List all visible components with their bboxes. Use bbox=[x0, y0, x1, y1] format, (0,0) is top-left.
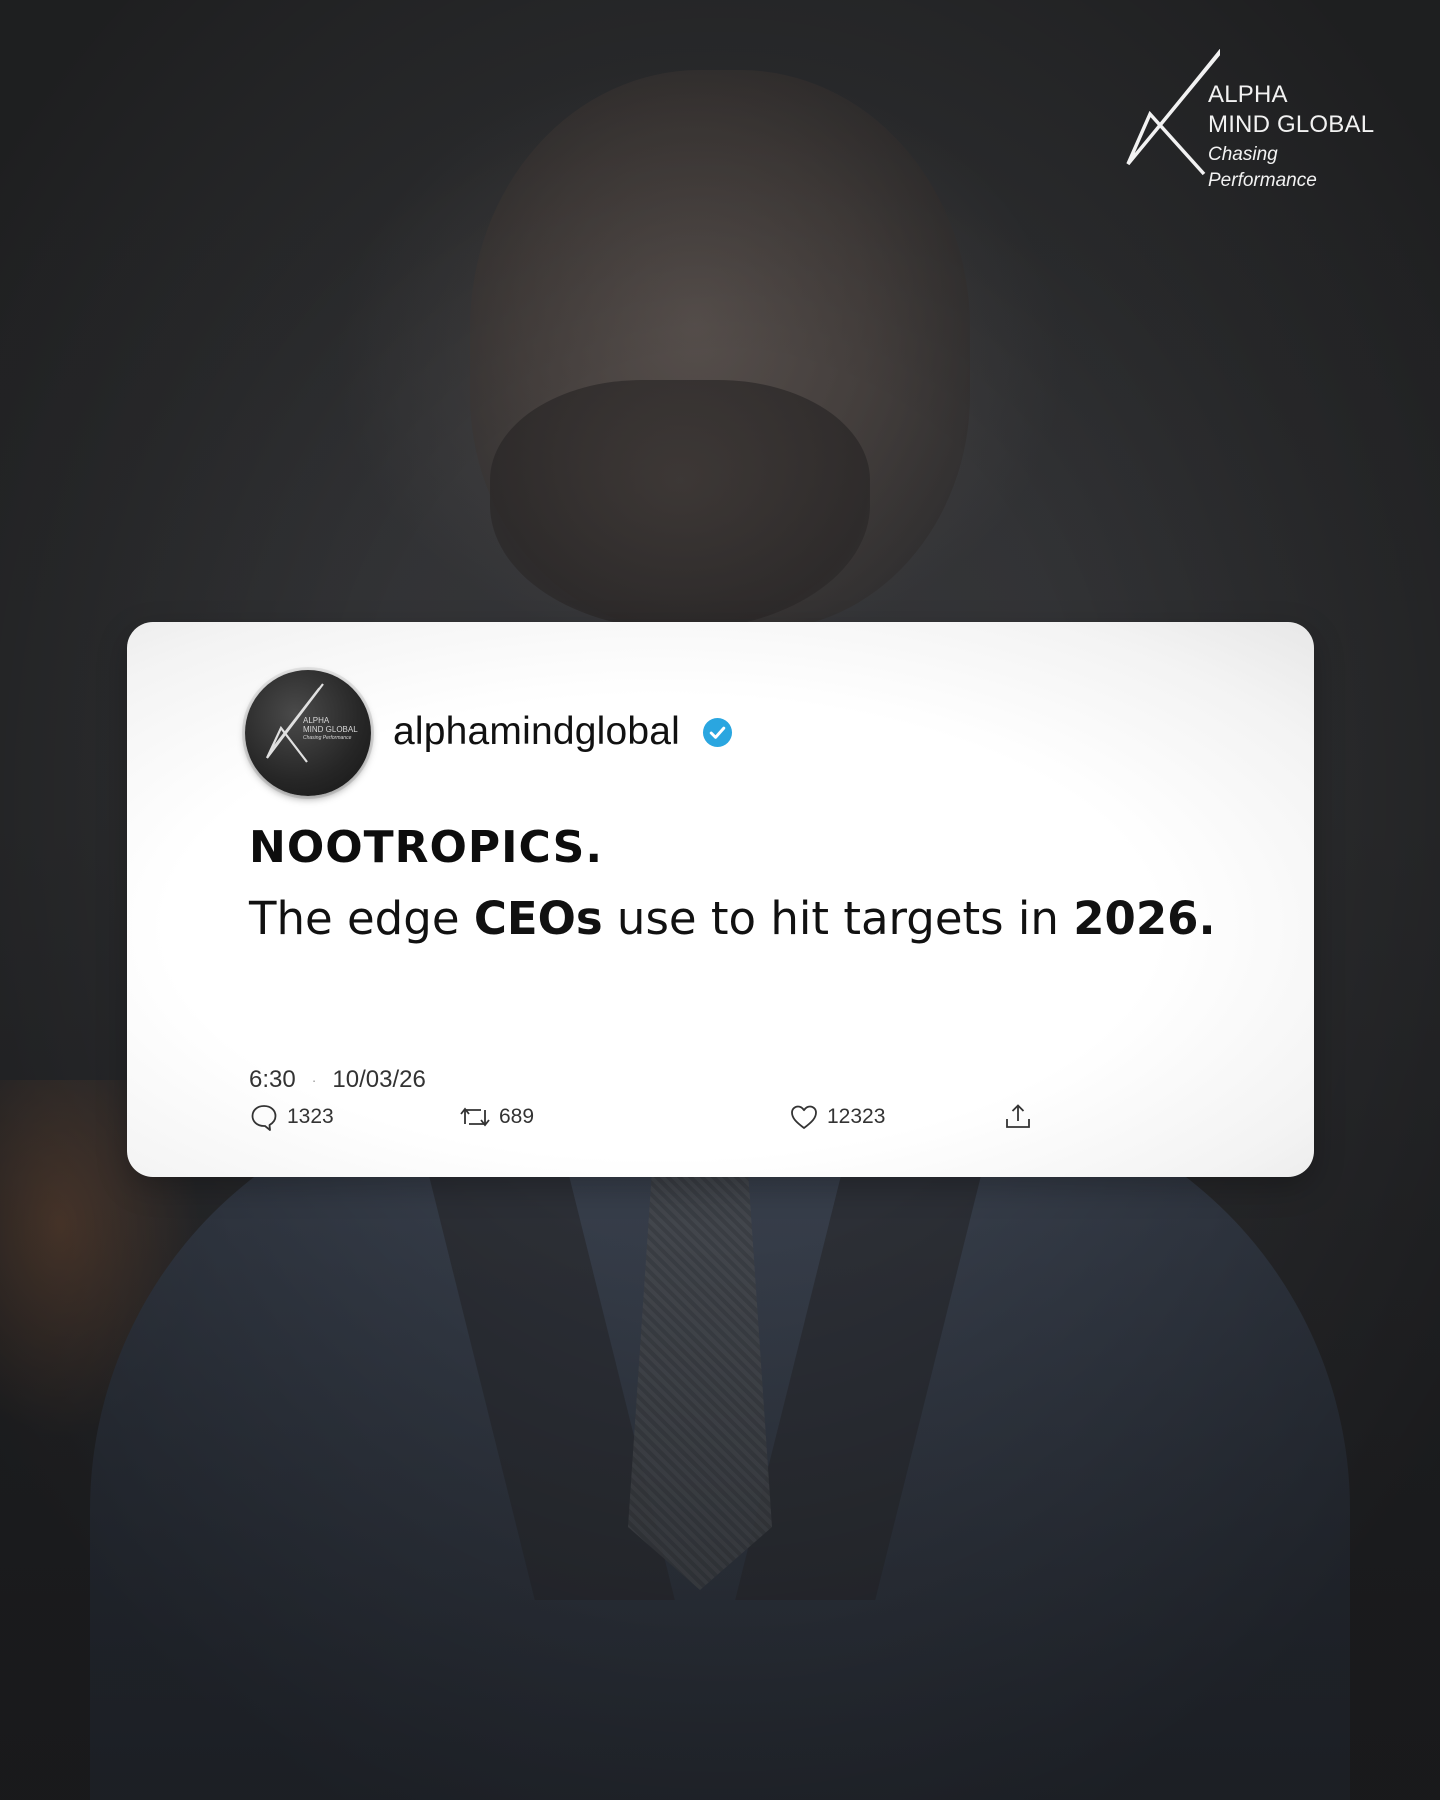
tweet-actions: 1323 689 12323 bbox=[249, 1102, 1030, 1138]
author-handle[interactable]: alphamindglobal bbox=[393, 710, 680, 754]
avatar-line-2: MIND GLOBAL bbox=[303, 725, 358, 734]
meta-separator: · bbox=[311, 1072, 317, 1088]
brand-line-2: MIND GLOBAL bbox=[1208, 111, 1375, 138]
brand-tagline: Chasing Performance bbox=[1208, 144, 1317, 191]
verified-check-icon bbox=[703, 717, 733, 747]
alpha-logo-icon bbox=[1126, 48, 1220, 176]
avatar-tagline: Chasing Performance bbox=[303, 735, 352, 741]
tweet-body: The edge CEOs use to hit targets in 2026… bbox=[249, 892, 1216, 945]
author-row: alphamindglobal bbox=[393, 710, 733, 754]
like-button[interactable]: 12323 bbox=[789, 1102, 885, 1132]
body-bold-1: CEOs bbox=[473, 892, 603, 945]
heart-icon bbox=[791, 1105, 817, 1129]
avatar-line-1: ALPHA bbox=[303, 716, 330, 725]
retweet-button[interactable]: 689 bbox=[459, 1102, 534, 1132]
body-bold-2: 2026. bbox=[1073, 892, 1216, 945]
reply-button[interactable]: 1323 bbox=[249, 1102, 334, 1132]
tweet-card: ALPHA MIND GLOBAL Chasing Performance al… bbox=[127, 622, 1314, 1177]
retweet-count: 689 bbox=[499, 1105, 535, 1128]
tweet-meta: 6:30 · 10/03/26 bbox=[249, 1066, 426, 1094]
tweet-headline: NOOTROPICS. bbox=[249, 822, 604, 873]
brand-logo: ALPHA MIND GLOBAL Chasing Performance bbox=[1120, 34, 1390, 191]
avatar[interactable]: ALPHA MIND GLOBAL Chasing Performance bbox=[245, 670, 371, 796]
tweet-date: 10/03/26 bbox=[332, 1066, 426, 1093]
reply-icon bbox=[251, 1105, 277, 1131]
share-button[interactable] bbox=[1003, 1102, 1041, 1132]
share-icon bbox=[1006, 1104, 1030, 1128]
body-text-2: use to hit targets in bbox=[602, 892, 1074, 945]
tweet-time: 6:30 bbox=[249, 1066, 296, 1093]
reply-count: 1323 bbox=[287, 1105, 334, 1128]
like-count: 12323 bbox=[827, 1105, 886, 1128]
retweet-icon bbox=[460, 1107, 490, 1127]
brand-line-1: ALPHA bbox=[1208, 81, 1288, 108]
body-text-1: The edge bbox=[249, 892, 474, 945]
